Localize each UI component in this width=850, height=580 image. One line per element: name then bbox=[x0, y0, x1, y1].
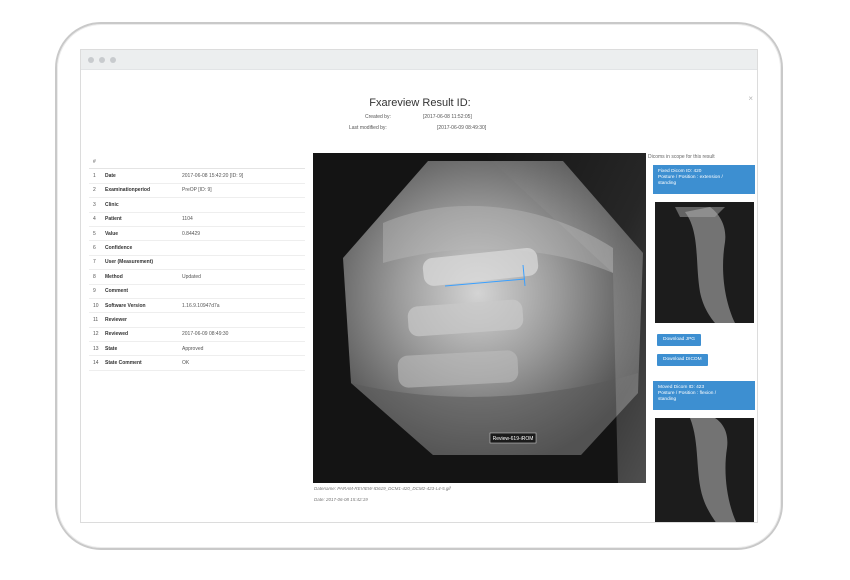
row-value: OK bbox=[182, 360, 190, 367]
page-title: Fxareview Result ID: bbox=[369, 97, 471, 109]
row-label: State bbox=[105, 345, 118, 352]
table-row: 10 Software Version 1.16.9.10947d7a bbox=[89, 299, 305, 314]
moved-dicom-header: Moved Dicom ID: 423 Posture / Position :… bbox=[653, 381, 755, 410]
fixed-dicom-header: Fixed Dicom ID: 420 Posture / Position :… bbox=[653, 165, 755, 194]
row-number: 2 bbox=[93, 187, 96, 194]
row-label: Comment bbox=[105, 288, 129, 295]
row-label: Confidence bbox=[105, 245, 133, 252]
window-dot-minimize[interactable] bbox=[99, 57, 105, 63]
fixed-thumb-image bbox=[655, 202, 754, 323]
row-number: 14 bbox=[93, 360, 99, 367]
row-label: Examinationperiod bbox=[105, 187, 151, 194]
xray-viewer[interactable]: Review-619-iROM bbox=[313, 153, 646, 483]
modified-at-value: [2017-06-09 08:49:30] bbox=[437, 125, 487, 131]
filename-caption: Datename: PARAM-REVIEW-ID619_DCM1-420_DC… bbox=[314, 486, 451, 491]
table-row: 7 User (Measurement) bbox=[89, 256, 305, 271]
row-value: 0.84429 bbox=[182, 230, 201, 237]
created-at-value: [2017-06-08 11:52:05] bbox=[423, 114, 472, 120]
row-label: Reviewer bbox=[105, 316, 127, 323]
row-value: 1.16.9.10947d7a bbox=[182, 302, 220, 309]
row-value: 2017-06-09 08:49:30 bbox=[182, 331, 229, 338]
row-number: 4 bbox=[93, 216, 96, 223]
row-number: 1 bbox=[93, 173, 96, 180]
download-jpg-button[interactable]: Download JPG bbox=[657, 334, 701, 346]
moved-thumb-image bbox=[655, 418, 754, 522]
window-dot-maximize[interactable] bbox=[110, 57, 116, 63]
row-number: 5 bbox=[93, 230, 96, 237]
table-row: 8 Method Updated bbox=[89, 270, 305, 285]
table-header-row: # bbox=[89, 155, 305, 170]
browser-window: × Fxareview Result ID: Created by: [2017… bbox=[80, 49, 758, 523]
fixed-dicom-standing: standing bbox=[658, 181, 677, 186]
row-number: 12 bbox=[93, 331, 99, 338]
date-caption: Date: 2017-06-08 15:42:19 bbox=[314, 497, 368, 502]
row-number: 10 bbox=[93, 302, 99, 309]
row-number: 13 bbox=[93, 345, 99, 352]
row-label: Value bbox=[105, 230, 119, 237]
row-label: Patient bbox=[105, 216, 122, 223]
table-header-hash: # bbox=[93, 158, 96, 165]
row-number: 6 bbox=[93, 245, 96, 252]
row-value: 1104 bbox=[182, 216, 193, 223]
download-dicom-button[interactable]: Download DICOM bbox=[657, 354, 708, 366]
row-label: State Comment bbox=[105, 360, 142, 367]
table-row: 13 State Approved bbox=[89, 342, 305, 357]
row-number: 8 bbox=[93, 273, 96, 280]
row-value: Updated bbox=[182, 273, 201, 280]
row-number: 11 bbox=[93, 316, 99, 323]
window-dot-close[interactable] bbox=[88, 57, 94, 63]
row-label: Reviewed bbox=[105, 331, 129, 338]
table-row: 12 Reviewed 2017-06-09 08:49:30 bbox=[89, 328, 305, 343]
window-titlebar bbox=[81, 50, 757, 70]
dicoms-sidebar-title: Dicoms in scope for this result bbox=[648, 154, 715, 160]
row-label: Method bbox=[105, 273, 123, 280]
row-label: Date bbox=[105, 173, 116, 180]
created-by-label: Created by: bbox=[365, 114, 391, 120]
fixed-dicom-thumbnail[interactable] bbox=[655, 202, 754, 323]
table-row: 9 Comment bbox=[89, 285, 305, 299]
row-label: Software Version bbox=[105, 302, 146, 309]
row-value: PreOP [ID: 9] bbox=[182, 187, 212, 194]
xray-image: Review-619-iROM bbox=[313, 153, 646, 483]
row-value: 2017-06-08 15:42:20 [ID: 9] bbox=[182, 173, 244, 180]
table-row: 5 Value 0.84429 bbox=[89, 227, 305, 242]
last-modified-label: Last modified by: bbox=[349, 125, 387, 131]
moved-dicom-standing: standing bbox=[658, 397, 677, 402]
table-row: 1 Date 2017-06-08 15:42:20 [ID: 9] bbox=[89, 169, 305, 184]
row-number: 9 bbox=[93, 288, 96, 295]
table-row: 4 Patient 1104 bbox=[89, 213, 305, 227]
moved-dicom-thumbnail[interactable] bbox=[655, 418, 754, 522]
row-number: 7 bbox=[93, 259, 96, 266]
row-value: Approved bbox=[182, 345, 204, 352]
result-modal: × Fxareview Result ID: Created by: [2017… bbox=[81, 70, 757, 522]
table-row: 3 Clinic bbox=[89, 198, 305, 213]
details-table: # 1 Date 2017-06-08 15:42:20 [ID: 9] 2 Exami… bbox=[89, 155, 305, 371]
row-label: User (Measurement) bbox=[105, 259, 154, 266]
table-row: 14 State Comment OK bbox=[89, 356, 305, 371]
row-number: 3 bbox=[93, 201, 96, 208]
image-label-text: Review-619-iROM bbox=[493, 436, 534, 442]
table-row: 11 Reviewer bbox=[89, 313, 305, 328]
row-label: Clinic bbox=[105, 201, 119, 208]
table-row: 6 Confidence bbox=[89, 241, 305, 256]
table-row: 2 Examinationperiod PreOP [ID: 9] bbox=[89, 184, 305, 199]
